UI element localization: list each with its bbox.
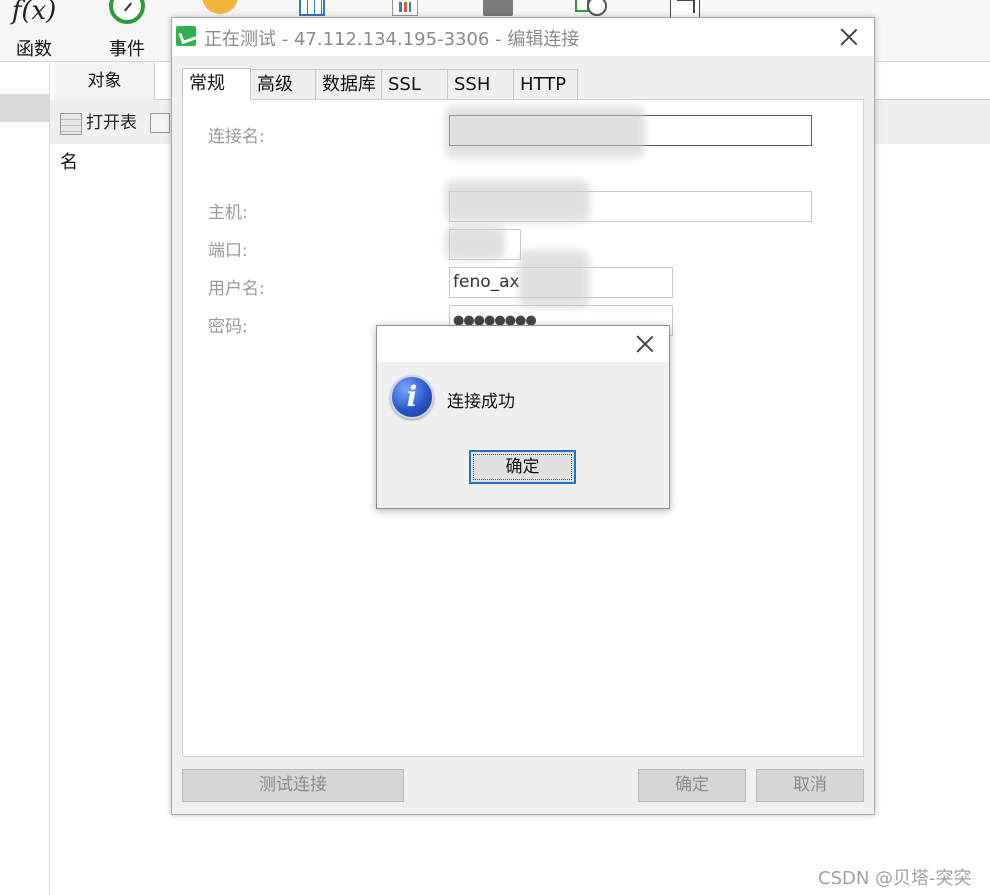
dialog-titlebar[interactable]: 正在测试 - 47.112.134.195-3306 - 编辑连接 bbox=[172, 18, 874, 56]
dialog-title: 正在测试 - 47.112.134.195-3306 - 编辑连接 bbox=[204, 29, 580, 50]
host-label: 主机: bbox=[208, 203, 248, 223]
redacted-port bbox=[445, 226, 505, 260]
dialog-cancel-button[interactable]: 取消 bbox=[756, 769, 864, 802]
password-label: 密码: bbox=[208, 317, 248, 337]
tab-database[interactable]: 数据库 bbox=[315, 69, 382, 100]
table-grid-icon bbox=[299, 0, 325, 16]
watermark-text: CSDN @贝塔-突突 bbox=[818, 868, 972, 889]
connection-name-label: 连接名: bbox=[208, 127, 265, 147]
navicat-app-icon bbox=[176, 26, 196, 46]
navigation-pane bbox=[0, 62, 50, 895]
user-icon bbox=[202, 0, 238, 14]
port-label: 端口: bbox=[208, 241, 248, 261]
messagebox-text: 连接成功 bbox=[447, 392, 515, 412]
schedule-icon bbox=[575, 0, 607, 18]
messagebox-ok-button[interactable]: 确定 bbox=[469, 450, 576, 484]
tab-ssh[interactable]: SSH bbox=[447, 69, 514, 100]
tab-http[interactable]: HTTP bbox=[513, 69, 578, 100]
toolbar-function-label: 函数 bbox=[16, 39, 52, 60]
function-icon: f(x) bbox=[11, 0, 57, 26]
open-table-button[interactable]: 打开表 bbox=[58, 110, 137, 136]
dialog-close-icon[interactable] bbox=[836, 24, 862, 50]
redacted-connection-name bbox=[445, 106, 645, 158]
information-icon: i bbox=[390, 375, 434, 419]
sync-icon bbox=[483, 0, 513, 16]
tab-advanced[interactable]: 高级 bbox=[250, 69, 316, 100]
tab-ssl[interactable]: SSL bbox=[381, 69, 448, 100]
dialog-ok-button[interactable]: 确定 bbox=[638, 769, 746, 802]
redacted-host bbox=[445, 180, 590, 222]
test-connection-button[interactable]: 测试连接 bbox=[182, 769, 404, 802]
messagebox-titlebar[interactable] bbox=[377, 326, 669, 362]
tab-general[interactable]: 常规 bbox=[182, 68, 251, 100]
design-table-icon[interactable] bbox=[150, 113, 170, 133]
toolbar-function-button[interactable]: f(x) 函数 bbox=[0, 0, 74, 62]
connection-success-messagebox: i 连接成功 确定 bbox=[376, 325, 670, 509]
messagebox-close-icon[interactable] bbox=[632, 331, 658, 357]
report-icon bbox=[392, 0, 418, 16]
selected-navigation-item[interactable] bbox=[0, 94, 50, 122]
event-clock-icon bbox=[109, 0, 145, 24]
name-column-header: 名 bbox=[60, 152, 78, 173]
screen: f(x) 函数 事件 对象 打开表 名 正在测试 - 47.112.134.19… bbox=[0, 0, 990, 895]
model-icon bbox=[670, 0, 700, 18]
toolbar-event-button[interactable]: 事件 bbox=[87, 0, 167, 62]
username-label: 用户名: bbox=[208, 279, 265, 299]
tab-objects[interactable]: 对象 bbox=[55, 62, 155, 100]
toolbar-event-label: 事件 bbox=[109, 39, 145, 60]
redacted-username bbox=[519, 250, 589, 308]
